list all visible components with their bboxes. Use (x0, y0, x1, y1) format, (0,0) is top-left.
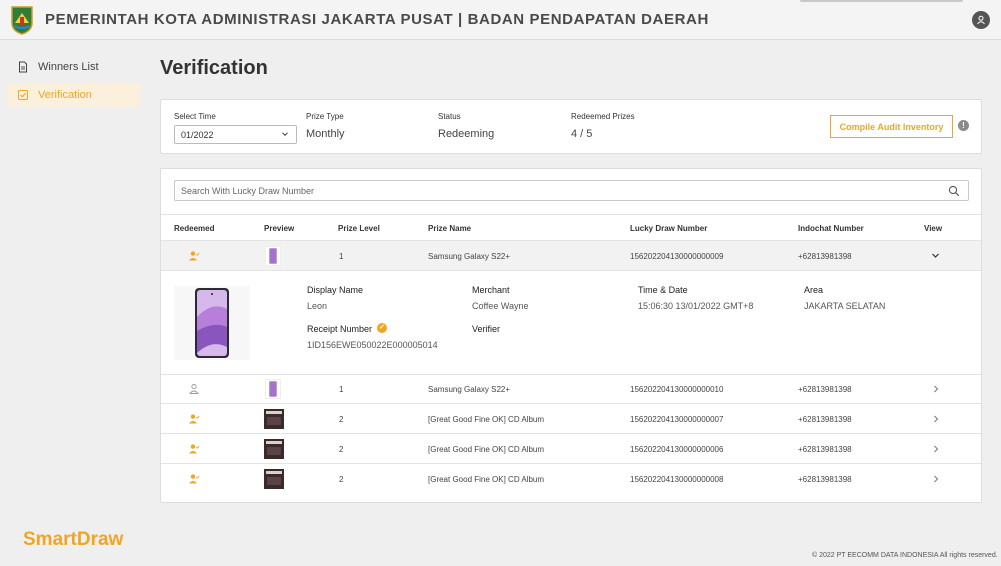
results-table-card: Redeemed Preview Prize Level Prize Name … (160, 168, 982, 503)
verified-check-icon: ✓ (377, 323, 387, 333)
user-check-icon (189, 251, 200, 261)
display-name-value: Leon (307, 301, 328, 311)
prize-name: [Great Good Fine OK] CD Album (428, 445, 545, 454)
chevron-right-icon[interactable] (932, 414, 940, 424)
redeemed-prizes-label: Redeemed Prizes (571, 112, 635, 121)
prize-thumbnail (264, 409, 284, 429)
search-input[interactable] (175, 181, 935, 200)
dropdown-edge (800, 0, 963, 2)
agency-title: PEMERINTAH KOTA ADMINISTRASI JAKARTA PUS… (45, 11, 709, 28)
chevron-right-icon[interactable] (932, 444, 940, 454)
lucky-draw-number: 156202204130000000009 (630, 252, 724, 261)
row-detail-panel: Display Name Leon Merchant Coffee Wayne … (161, 270, 981, 375)
merchant-label: Merchant (472, 285, 510, 295)
col-redeemed: Redeemed (174, 224, 215, 233)
prize-name: Samsung Galaxy S22+ (428, 385, 511, 394)
prize-image (174, 286, 250, 360)
chevron-down-icon (282, 132, 288, 137)
indochat-number: +62813981398 (798, 415, 852, 424)
info-icon[interactable]: ! (958, 120, 969, 131)
time-date-value: 15:06:30 13/01/2022 GMT+8 (638, 301, 754, 311)
display-name-label: Display Name (307, 285, 364, 295)
prize-thumbnail (265, 379, 281, 399)
app-header: PEMERINTAH KOTA ADMINISTRASI JAKARTA PUS… (0, 0, 1001, 40)
table-header: Redeemed Preview Prize Level Prize Name … (161, 214, 981, 241)
area-label: Area (804, 285, 824, 295)
time-date-label: Time & Date (638, 285, 688, 295)
search-icon[interactable] (948, 185, 960, 197)
sidebar-item-label: Verification (38, 89, 92, 101)
compile-audit-inventory-button[interactable]: Compile Audit Inventory (830, 115, 953, 138)
filter-card: Select Time 01/2022 Prize Type Monthly S… (160, 99, 982, 154)
indochat-number: +62813981398 (798, 252, 852, 261)
sidebar-item-verification[interactable]: Verification (7, 83, 140, 107)
user-icon (977, 15, 985, 25)
lucky-draw-number: 156202204130000000010 (630, 385, 724, 394)
search-bar (174, 180, 969, 201)
copyright-text: © 2022 PT EECOMM DATA INDONESIA All righ… (812, 552, 998, 559)
lucky-draw-number: 156202204130000000006 (630, 445, 724, 454)
city-crest-icon (11, 6, 33, 35)
table-row[interactable]: 2 [Great Good Fine OK] CD Album 15620220… (161, 464, 981, 494)
col-lucky-draw-number: Lucky Draw Number (630, 224, 708, 233)
prize-level: 2 (339, 475, 344, 484)
indochat-number: +62813981398 (798, 385, 852, 394)
select-time-label: Select Time (174, 112, 216, 121)
area-value: JAKARTA SELATAN (804, 301, 886, 311)
lucky-draw-number: 156202204130000000008 (630, 475, 724, 484)
col-view: View (924, 224, 943, 233)
sidebar-item-label: Winners List (38, 61, 99, 73)
document-icon (19, 61, 27, 73)
select-time-dropdown[interactable]: 01/2022 (174, 125, 297, 144)
user-icon (189, 384, 199, 394)
account-button[interactable] (972, 11, 990, 29)
chevron-right-icon[interactable] (932, 474, 940, 484)
select-time-value: 01/2022 (181, 130, 214, 140)
prize-thumbnail (265, 246, 281, 266)
col-preview: Preview (264, 224, 295, 233)
prize-thumbnail (264, 469, 284, 489)
prize-level: 1 (339, 385, 344, 394)
prize-type-value: Monthly (306, 128, 345, 140)
verifier-label: Verifier (472, 324, 501, 334)
checkbox-icon (18, 90, 28, 100)
col-indochat-number: Indochat Number (798, 224, 864, 233)
table-row[interactable]: 1 Samsung Galaxy S22+ 156202204130000000… (161, 374, 981, 404)
indochat-number: +62813981398 (798, 445, 852, 454)
prize-type-label: Prize Type (306, 112, 344, 121)
lucky-draw-number: 156202204130000000007 (630, 415, 724, 424)
user-check-icon (189, 444, 200, 454)
prize-level: 1 (339, 252, 344, 261)
status-value: Redeeming (438, 128, 495, 140)
prize-level: 2 (339, 415, 344, 424)
sidebar-item-winners-list[interactable]: Winners List (7, 55, 140, 79)
prize-name: [Great Good Fine OK] CD Album (428, 475, 545, 484)
receipt-number-label: Receipt Number (307, 324, 373, 334)
indochat-number: +62813981398 (798, 475, 852, 484)
merchant-value: Coffee Wayne (472, 301, 529, 311)
brand-logo: SmartDraw (23, 529, 124, 550)
prize-level: 2 (339, 445, 344, 454)
col-prize-name: Prize Name (428, 224, 472, 233)
user-check-icon (189, 474, 200, 484)
page-title: Verification (160, 57, 268, 79)
prize-thumbnail (264, 439, 284, 459)
chevron-down-icon[interactable] (931, 252, 940, 260)
redeemed-prizes-value: 4 / 5 (571, 128, 593, 140)
receipt-number-value: 1ID156EWE050022E000005014 (307, 340, 438, 350)
prize-name: Samsung Galaxy S22+ (428, 252, 511, 261)
col-prize-level: Prize Level (338, 224, 380, 233)
prize-name: [Great Good Fine OK] CD Album (428, 415, 545, 424)
status-label: Status (438, 112, 461, 121)
user-check-icon (189, 414, 200, 424)
table-row[interactable]: 2 [Great Good Fine OK] CD Album 15620220… (161, 404, 981, 434)
chevron-right-icon[interactable] (932, 384, 940, 394)
table-row[interactable]: 1 Samsung Galaxy S22+ 156202204130000000… (161, 241, 981, 271)
table-row[interactable]: 2 [Great Good Fine OK] CD Album 15620220… (161, 434, 981, 464)
